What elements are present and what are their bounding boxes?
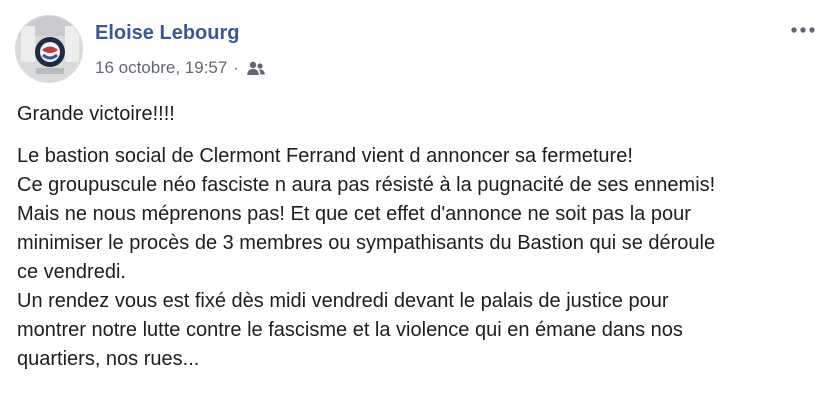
avatar[interactable] (15, 15, 83, 83)
post-text-line: quartiers, nos rues... (17, 348, 200, 370)
more-options-icon[interactable] (786, 20, 820, 40)
friends-icon[interactable] (246, 60, 266, 76)
post-text-line: montrer notre lutte contre le fascisme e… (17, 319, 683, 341)
post-text-line: Ce groupuscule néo fasciste n aura pas r… (17, 174, 716, 196)
post-text-line: Le bastion social de Clermont Ferrand vi… (17, 145, 633, 167)
post-text-line: Mais ne nous méprenons pas! Et que cet e… (17, 203, 691, 225)
post-text-paragraph: Le bastion social de Clermont Ferrand vi… (17, 142, 822, 374)
author-name-link[interactable]: Eloise Lebourg (95, 22, 239, 45)
post-meta: 16 octobre, 19:57 · (95, 58, 266, 78)
post-text-line: Un rendez vous est fixé dès midi vendred… (17, 290, 669, 312)
timestamp-link[interactable]: 16 octobre, 19:57 (95, 58, 227, 78)
facebook-post: Eloise Lebourg 16 octobre, 19:57 · Grand… (0, 0, 832, 409)
post-text-line: ce vendredi. (17, 261, 126, 283)
post-text-headline: Grande victoire!!!! (17, 103, 175, 125)
post-text-line: minimiser le procès de 3 membres ou symp… (17, 232, 716, 254)
meta-separator: · (233, 58, 239, 77)
post-body: Grande victoire!!!! Le bastion social de… (17, 100, 822, 374)
avatar-image (16, 16, 82, 82)
